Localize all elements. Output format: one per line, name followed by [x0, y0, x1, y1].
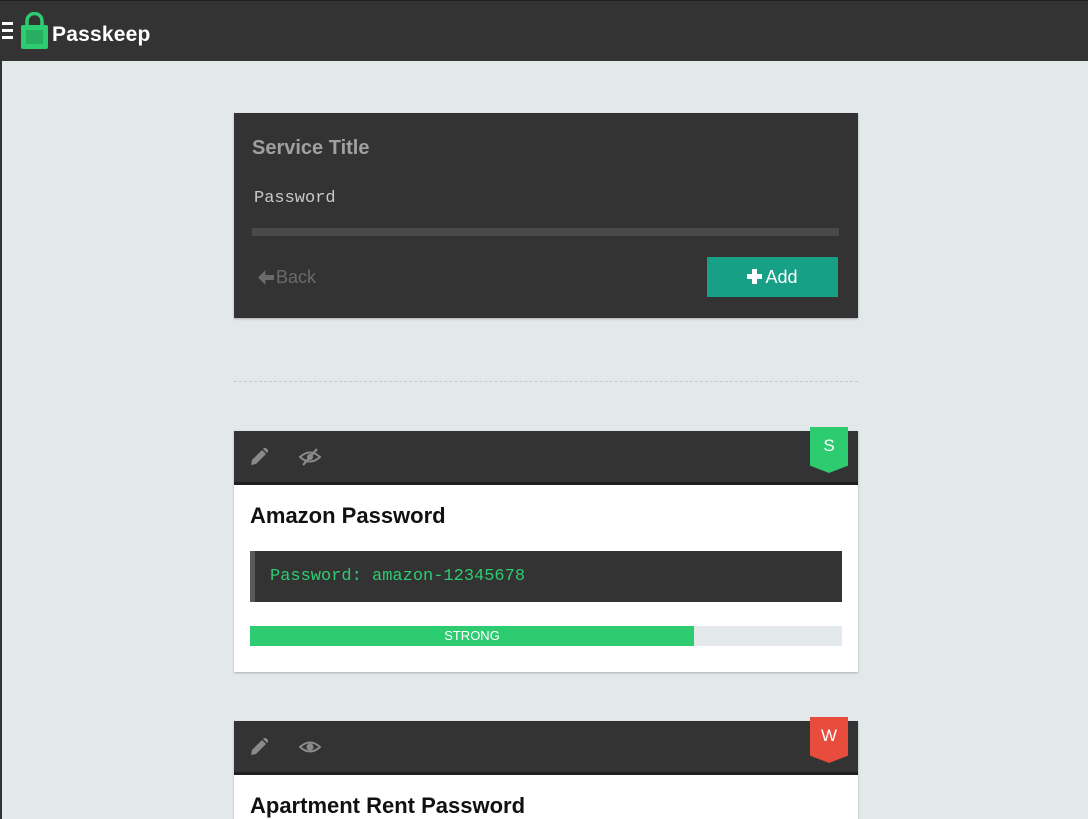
left-edge — [0, 61, 2, 819]
password-card-toolbar: S — [234, 427, 858, 485]
password-title: Amazon Password — [250, 503, 446, 528]
password-card-toolbar: W — [234, 717, 858, 775]
strength-bar-fill: STRONG — [250, 626, 694, 646]
arrow-left-icon — [258, 270, 274, 285]
pencil-icon[interactable] — [250, 448, 268, 466]
top-navbar: Passkeep — [0, 0, 1088, 61]
hamburger-menu-icon[interactable] — [2, 22, 13, 46]
strength-badge: S — [810, 427, 848, 473]
password-input[interactable]: Password — [254, 189, 336, 208]
app-brand[interactable]: Passkeep — [52, 23, 151, 47]
password-title: Apartment Rent Password — [250, 793, 526, 818]
plus-icon — [747, 269, 763, 284]
new-password-form: Service Title Password Back Add — [234, 113, 858, 318]
pencil-icon[interactable] — [250, 738, 268, 756]
strength-badge: W — [810, 717, 848, 763]
password-card: W Apartment Rent Password — [234, 717, 858, 819]
password-strength-meter — [252, 228, 839, 236]
back-button[interactable]: Back — [258, 267, 316, 288]
eye-slash-icon[interactable] — [299, 448, 321, 466]
service-title-input[interactable]: Service Title — [252, 137, 369, 160]
password-card: S Amazon Password Password: amazon-12345… — [234, 427, 858, 672]
add-label: Add — [765, 267, 798, 287]
password-value: Password: amazon-12345678 — [250, 551, 842, 602]
section-divider — [234, 381, 858, 382]
eye-icon[interactable] — [299, 738, 321, 756]
back-label: Back — [276, 267, 317, 287]
add-button[interactable]: Add — [707, 257, 838, 297]
strength-bar-track: STRONG — [250, 626, 842, 646]
padlock-logo-icon — [21, 12, 48, 49]
